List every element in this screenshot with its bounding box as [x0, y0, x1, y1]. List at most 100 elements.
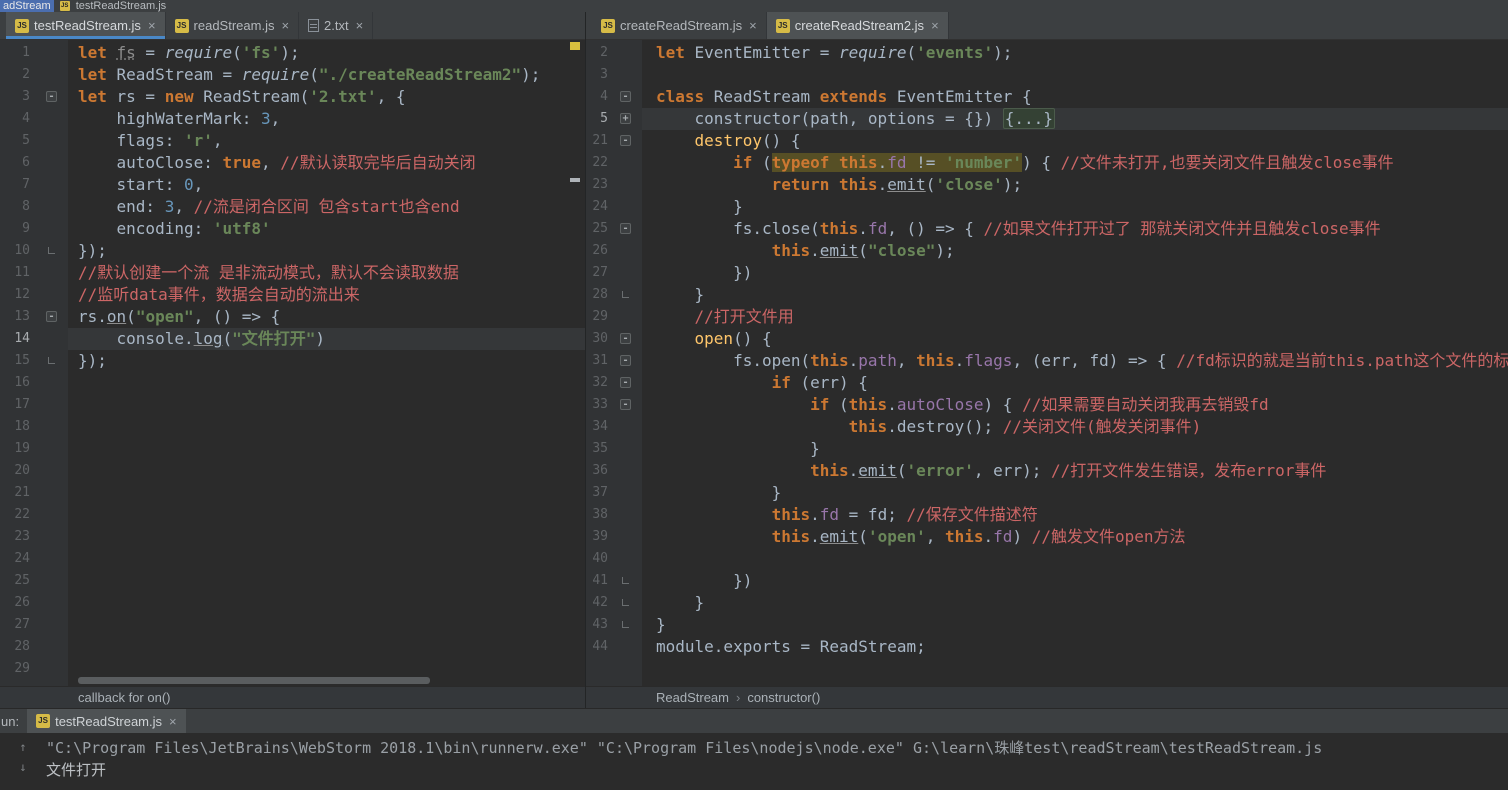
- editor-tab-readstream-js[interactable]: JS readStream.js ×: [166, 12, 300, 39]
- code-line-17[interactable]: 17: [0, 394, 585, 416]
- code-line-30[interactable]: 30 - open() {: [586, 328, 1508, 350]
- code-line-9[interactable]: 9 encoding: 'utf8': [0, 218, 585, 240]
- close-tab-icon[interactable]: ×: [281, 18, 289, 33]
- code-text[interactable]: [68, 636, 585, 658]
- code-line-28[interactable]: 28: [0, 636, 585, 658]
- code-line-40[interactable]: 40: [586, 548, 1508, 570]
- code-line-1[interactable]: 1 let fs = require('fs');: [0, 42, 585, 64]
- scroll-up-icon[interactable]: ↑: [19, 741, 26, 753]
- code-line-4[interactable]: 4 highWaterMark: 3,: [0, 108, 585, 130]
- code-line-24[interactable]: 24: [0, 548, 585, 570]
- code-line-32[interactable]: 32 - if (err) {: [586, 372, 1508, 394]
- code-line-28[interactable]: 28 }: [586, 284, 1508, 306]
- code-line-5[interactable]: 5 flags: 'r',: [0, 130, 585, 152]
- code-line-27[interactable]: 27: [0, 614, 585, 636]
- close-tab-icon[interactable]: ×: [749, 18, 757, 33]
- code-text[interactable]: [68, 504, 585, 526]
- code-text[interactable]: destroy() {: [642, 130, 1508, 152]
- code-line-23[interactable]: 23 return this.emit('close');: [586, 174, 1508, 196]
- code-line-14[interactable]: 14 console.log("文件打开"): [0, 328, 585, 350]
- fold-end-icon[interactable]: [622, 291, 629, 298]
- code-text[interactable]: if (err) {: [642, 372, 1508, 394]
- close-tab-icon[interactable]: ×: [931, 18, 939, 33]
- code-text[interactable]: [68, 526, 585, 548]
- code-text[interactable]: }: [642, 482, 1508, 504]
- code-text[interactable]: class ReadStream extends EventEmitter {: [642, 86, 1508, 108]
- code-text[interactable]: console.log("文件打开"): [68, 328, 585, 350]
- code-text[interactable]: start: 0,: [68, 174, 585, 196]
- code-line-26[interactable]: 26: [0, 592, 585, 614]
- breadcrumb-item[interactable]: constructor(): [747, 690, 820, 705]
- code-text[interactable]: if (typeof this.fd != 'number') { //文件未打…: [642, 152, 1508, 174]
- code-text[interactable]: [68, 438, 585, 460]
- fold-collapse-icon[interactable]: -: [620, 135, 631, 146]
- code-line-26[interactable]: 26 this.emit("close");: [586, 240, 1508, 262]
- fold-collapse-icon[interactable]: -: [46, 311, 57, 322]
- code-text[interactable]: [68, 372, 585, 394]
- code-text[interactable]: }: [642, 614, 1508, 636]
- code-text[interactable]: [68, 416, 585, 438]
- code-text[interactable]: return this.emit('close');: [642, 174, 1508, 196]
- code-line-35[interactable]: 35 }: [586, 438, 1508, 460]
- code-line-37[interactable]: 37 }: [586, 482, 1508, 504]
- code-text[interactable]: this.emit("close");: [642, 240, 1508, 262]
- code-line-22[interactable]: 22 if (typeof this.fd != 'number') { //文…: [586, 152, 1508, 174]
- console-output[interactable]: "C:\Program Files\JetBrains\WebStorm 201…: [46, 733, 1508, 790]
- code-line-39[interactable]: 39 this.emit('open', this.fd) //触发文件open…: [586, 526, 1508, 548]
- code-text[interactable]: });: [68, 350, 585, 372]
- code-line-21[interactable]: 21: [0, 482, 585, 504]
- code-line-33[interactable]: 33 - if (this.autoClose) { //如果需要自动关闭我再去销…: [586, 394, 1508, 416]
- code-text[interactable]: fs.close(this.fd, () => { //如果文件打开过了 那就关…: [642, 218, 1508, 240]
- code-line-20[interactable]: 20: [0, 460, 585, 482]
- fold-end-icon[interactable]: [622, 577, 629, 584]
- code-line-42[interactable]: 42 }: [586, 592, 1508, 614]
- code-text[interactable]: fs.open(this.path, this.flags, (err, fd)…: [642, 350, 1508, 372]
- fold-collapse-icon[interactable]: -: [620, 333, 631, 344]
- code-line-8[interactable]: 8 end: 3, //流是闭合区间 包含start也含end: [0, 196, 585, 218]
- code-text[interactable]: //监听data事件，数据会自动的流出来: [68, 284, 585, 306]
- code-line-29[interactable]: 29 //打开文件用: [586, 306, 1508, 328]
- code-text[interactable]: [68, 570, 585, 592]
- editor-tab-createreadstream-js[interactable]: JS createReadStream.js ×: [592, 12, 767, 39]
- fold-end-icon[interactable]: [48, 357, 55, 364]
- code-line-25[interactable]: 25 - fs.close(this.fd, () => { //如果文件打开过了…: [586, 218, 1508, 240]
- code-text[interactable]: this.destroy(); //关闭文件(触发关闭事件): [642, 416, 1508, 438]
- code-line-22[interactable]: 22: [0, 504, 585, 526]
- code-text[interactable]: highWaterMark: 3,: [68, 108, 585, 130]
- code-text[interactable]: this.fd = fd; //保存文件描述符: [642, 504, 1508, 526]
- code-text[interactable]: let ReadStream = require("./createReadSt…: [68, 64, 585, 86]
- right-editor[interactable]: 2 let EventEmitter = require('events'); 3 4…: [586, 40, 1508, 686]
- code-line-2[interactable]: 2 let EventEmitter = require('events');: [586, 42, 1508, 64]
- code-line-15[interactable]: 15});: [0, 350, 585, 372]
- fold-collapse-icon[interactable]: -: [46, 91, 57, 102]
- fold-expand-icon[interactable]: +: [620, 113, 631, 124]
- scroll-down-icon[interactable]: ↓: [19, 761, 26, 773]
- code-line-11[interactable]: 11 //默认创建一个流 是非流动模式，默认不会读取数据: [0, 262, 585, 284]
- code-text[interactable]: let EventEmitter = require('events');: [642, 42, 1508, 64]
- editor-tab-2-txt[interactable]: 2.txt ×: [299, 12, 374, 39]
- fold-collapse-icon[interactable]: -: [620, 399, 631, 410]
- fold-collapse-icon[interactable]: -: [620, 91, 631, 102]
- code-text[interactable]: autoClose: true, //默认读取完毕后自动关闭: [68, 152, 585, 174]
- code-line-13[interactable]: 13- rs.on("open", () => {: [0, 306, 585, 328]
- code-text[interactable]: constructor(path, options = {}) {...}: [642, 108, 1508, 130]
- code-text[interactable]: [68, 460, 585, 482]
- code-text[interactable]: module.exports = ReadStream;: [642, 636, 1508, 658]
- code-text[interactable]: }: [642, 592, 1508, 614]
- code-text[interactable]: encoding: 'utf8': [68, 218, 585, 240]
- code-text[interactable]: });: [68, 240, 585, 262]
- close-tab-icon[interactable]: ×: [169, 714, 177, 729]
- code-line-44[interactable]: 44 module.exports = ReadStream;: [586, 636, 1508, 658]
- code-text[interactable]: [68, 548, 585, 570]
- code-line-38[interactable]: 38 this.fd = fd; //保存文件描述符: [586, 504, 1508, 526]
- code-line-7[interactable]: 7 start: 0,: [0, 174, 585, 196]
- code-line-25[interactable]: 25: [0, 570, 585, 592]
- code-line-4[interactable]: 4 - class ReadStream extends EventEmitter …: [586, 86, 1508, 108]
- code-text[interactable]: flags: 'r',: [68, 130, 585, 152]
- code-text[interactable]: this.emit('error', err); //打开文件发生错误，发布er…: [642, 460, 1508, 482]
- fold-end-icon[interactable]: [48, 247, 55, 254]
- fold-collapse-icon[interactable]: -: [620, 377, 631, 388]
- code-text[interactable]: }: [642, 438, 1508, 460]
- code-text[interactable]: [68, 394, 585, 416]
- code-line-16[interactable]: 16: [0, 372, 585, 394]
